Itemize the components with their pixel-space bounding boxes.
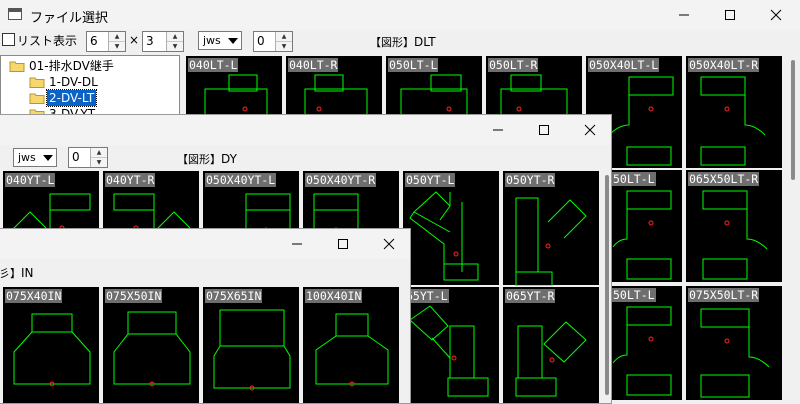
maximize-button[interactable]	[320, 229, 366, 259]
main-window-title: ファイル選択	[30, 11, 109, 26]
maximize-button[interactable]	[521, 115, 567, 145]
dy-scrollbar[interactable]	[605, 175, 609, 395]
thumbnail[interactable]: 50LT-L	[610, 170, 682, 282]
shape-prefix: 【図形】	[370, 36, 414, 49]
extension-value: jws	[203, 34, 221, 47]
columns-stepper[interactable]: 6 ▲ ▼	[86, 31, 126, 52]
minimize-button[interactable]	[274, 229, 320, 259]
main-titlebar: ファイル選択	[0, 0, 800, 30]
offset-down-button[interactable]: ▼	[91, 158, 107, 167]
offset-stepper[interactable]: 0 ▲ ▼	[253, 31, 293, 52]
in-window: 彡】IN 075X40IN 075X50IN 075X65IN 100X40IN	[0, 228, 411, 404]
folder-icon	[9, 61, 25, 72]
rows-up-button[interactable]: ▲	[167, 32, 183, 42]
thumbnail[interactable]: 050YT-L	[403, 171, 499, 285]
minimize-button[interactable]	[661, 0, 707, 30]
thumbnail[interactable]: 065X50LT-R	[686, 170, 782, 282]
offset-stepper[interactable]: 0 ▲ ▼	[68, 147, 108, 168]
thumbnail[interactable]: 65YT-L	[403, 287, 499, 403]
close-button[interactable]	[753, 0, 799, 30]
extension-select[interactable]: jws	[13, 148, 57, 167]
thumbnail[interactable]: 050X40LT-R	[686, 56, 782, 168]
chevron-down-icon	[43, 155, 53, 161]
close-button[interactable]	[366, 229, 410, 259]
shape-prefix: 【図形】	[177, 153, 221, 166]
tree-item-label: 2-DV-LT	[45, 89, 98, 107]
thumbnail[interactable]: 50LT-L	[610, 286, 682, 400]
thumbnail[interactable]: 100X40IN	[303, 287, 399, 403]
folder-tree[interactable]: 01-排水DV継手 1-DV-DL 2-DV-LT 3-DV-YT	[0, 55, 180, 121]
offset-up-button[interactable]: ▲	[276, 32, 292, 42]
extension-select[interactable]: jws	[198, 31, 242, 50]
shape-title: 【図形】DLT	[370, 34, 436, 50]
rows-value: 3	[146, 34, 154, 48]
shape-prefix: 彡】	[0, 267, 21, 280]
offset-down-button[interactable]: ▼	[276, 42, 292, 51]
minimize-button[interactable]	[475, 115, 521, 145]
shape-title: 【図形】DY	[177, 151, 237, 167]
list-view-checkbox[interactable]	[2, 33, 15, 46]
extension-value: jws	[18, 151, 36, 164]
shape-name: DY	[221, 152, 237, 166]
tree-item-label: 1-DV-DL	[49, 75, 98, 89]
folder-open-icon	[29, 93, 45, 104]
maximize-button[interactable]	[707, 0, 753, 30]
window-icon	[8, 8, 22, 20]
list-view-label: リスト表示	[17, 34, 78, 48]
offset-value: 0	[257, 34, 265, 48]
rows-stepper[interactable]: 3 ▲ ▼	[142, 31, 184, 52]
thumbnail[interactable]: 075X65IN	[203, 287, 299, 403]
dy-titlebar	[0, 115, 611, 145]
columns-down-button[interactable]: ▼	[109, 42, 125, 51]
offset-up-button[interactable]: ▲	[91, 148, 107, 158]
folder-icon	[29, 77, 45, 88]
times-sign: ×	[129, 33, 140, 47]
columns-up-button[interactable]: ▲	[109, 32, 125, 42]
in-titlebar	[0, 229, 410, 259]
thumbnail[interactable]: 075X50IN	[103, 287, 199, 403]
close-button[interactable]	[567, 115, 611, 145]
shape-name: DLT	[414, 35, 436, 49]
offset-value: 0	[72, 150, 80, 164]
thumbnail[interactable]: 050YT-R	[503, 171, 599, 286]
chevron-down-icon	[228, 38, 238, 44]
thumbnail[interactable]: 075X40IN	[3, 287, 99, 403]
main-scrollbar[interactable]	[791, 60, 795, 180]
shape-name: IN	[21, 266, 34, 280]
tree-item-label: 01-排水DV継手	[29, 59, 114, 73]
thumbnail[interactable]: 075X50LT-R	[686, 286, 782, 400]
columns-value: 6	[90, 34, 98, 48]
shape-title: 彡】IN	[0, 265, 34, 281]
thumbnail[interactable]: 065YT-R	[503, 287, 599, 403]
rows-down-button[interactable]: ▼	[167, 42, 183, 51]
